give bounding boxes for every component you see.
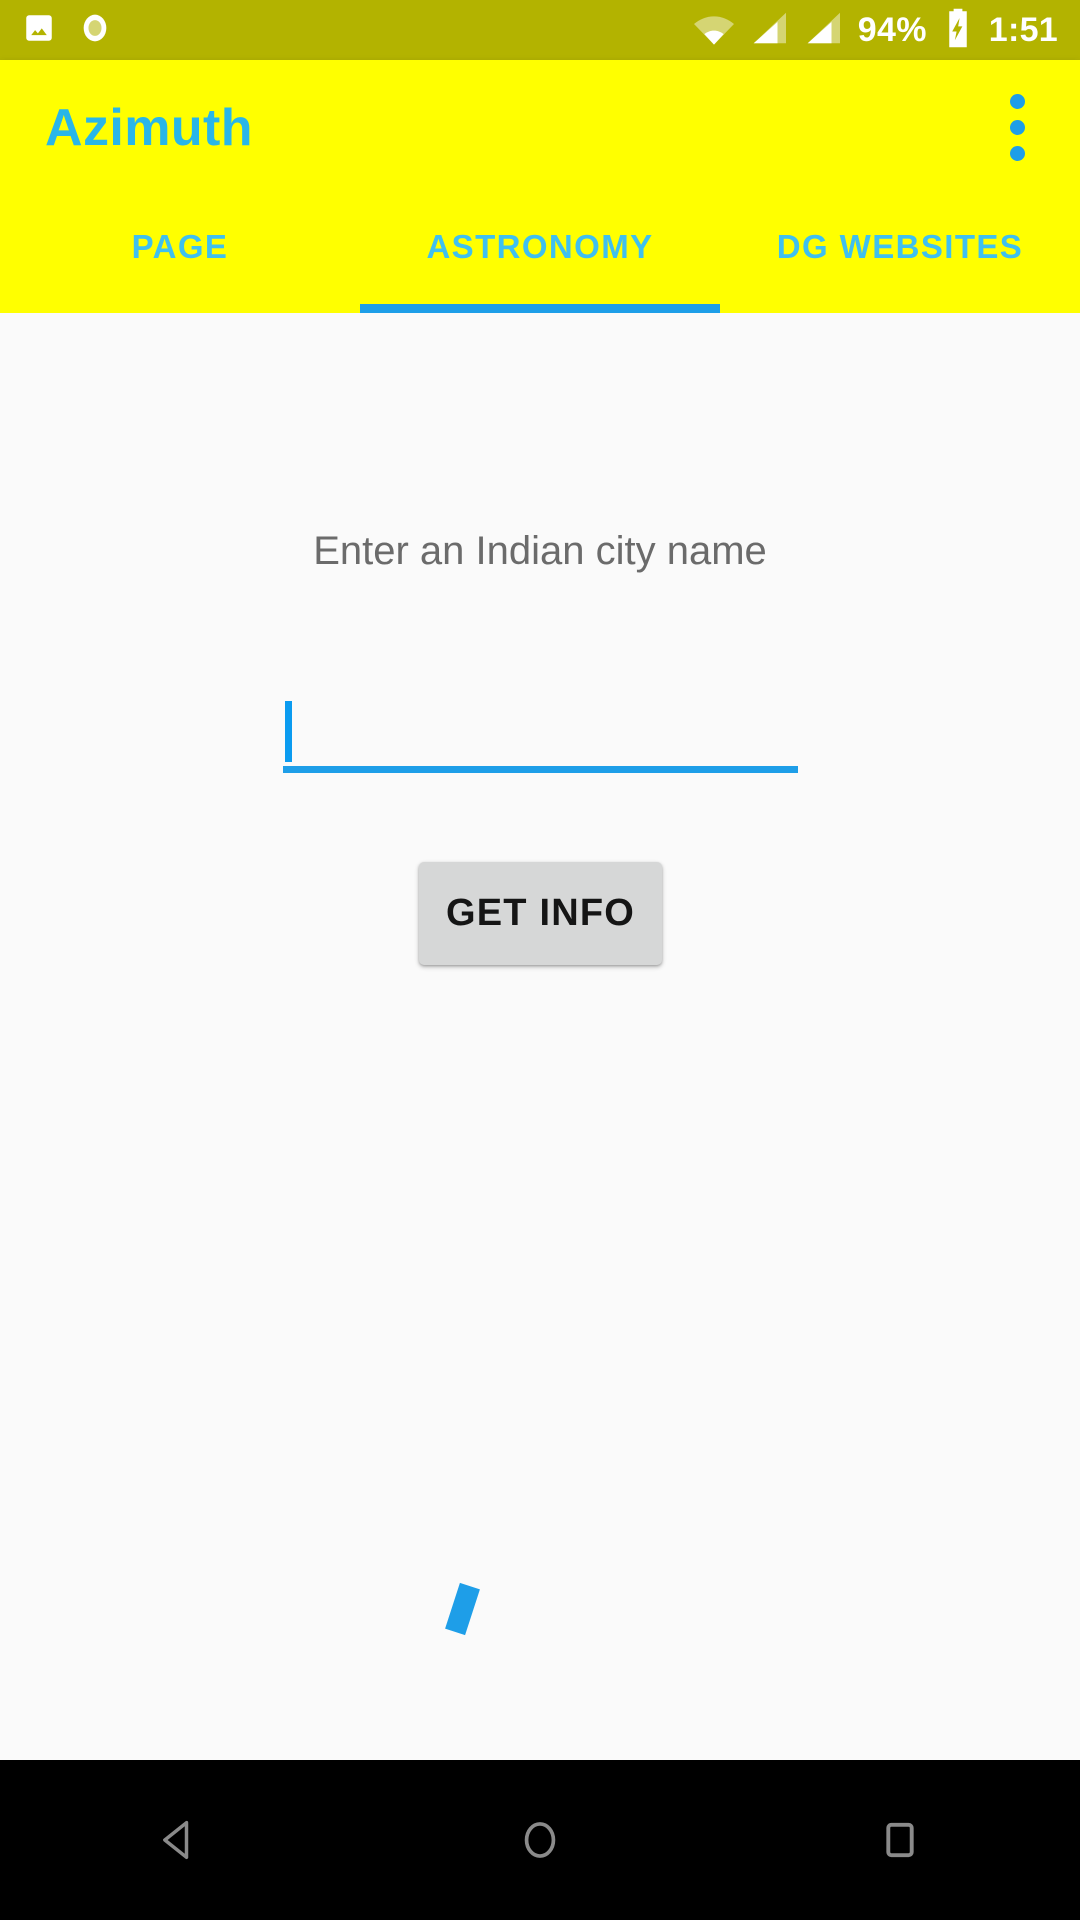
text-cursor-icon	[285, 701, 292, 762]
android-screen: 94% 1:51 Azimuth PAGE ASTRONOMY DG WEBSI…	[0, 0, 1080, 1920]
battery-percent-label: 94%	[857, 11, 927, 49]
nav-home-button[interactable]	[460, 1760, 620, 1920]
city-field-label: Enter an Indian city name	[313, 529, 767, 573]
overflow-menu-button[interactable]	[982, 88, 1052, 168]
tab-astronomy[interactable]: ASTRONOMY	[360, 195, 720, 313]
status-bar-right-icons: 94% 1:51	[693, 7, 1058, 54]
city-input[interactable]	[283, 668, 798, 773]
content-area: Enter an Indian city name GET INFO	[0, 313, 1080, 1760]
tab-page[interactable]: PAGE	[0, 195, 360, 313]
tab-dg-websites[interactable]: DG WEBSITES	[720, 195, 1080, 313]
battery-charging-icon	[943, 7, 973, 54]
app-bar-top-row: Azimuth	[0, 60, 1080, 195]
app-title: Azimuth	[45, 98, 253, 157]
tab-bar: PAGE ASTRONOMY DG WEBSITES	[0, 195, 1080, 313]
loading-spinner-icon	[445, 1582, 480, 1636]
wifi-icon	[693, 11, 734, 50]
image-icon	[22, 11, 56, 50]
signal-icon-2	[804, 11, 842, 50]
overflow-dot-icon	[1009, 120, 1025, 135]
signal-icon-1	[750, 11, 788, 50]
city-input-wrapper	[283, 668, 798, 773]
clock-label: 1:51	[988, 11, 1058, 49]
nav-back-button[interactable]	[100, 1760, 260, 1920]
nav-recents-button[interactable]	[820, 1760, 980, 1920]
overflow-dot-icon	[1009, 94, 1025, 109]
status-bar: 94% 1:51	[0, 0, 1080, 60]
overflow-dot-icon	[1009, 146, 1025, 161]
get-info-button[interactable]: GET INFO	[419, 862, 662, 965]
screen-record-icon	[78, 11, 112, 50]
status-bar-left-icons	[22, 11, 112, 50]
navigation-bar	[0, 1760, 1080, 1920]
app-bar: Azimuth PAGE ASTRONOMY DG WEBSITES	[0, 60, 1080, 313]
tab-selected-indicator	[360, 304, 720, 313]
